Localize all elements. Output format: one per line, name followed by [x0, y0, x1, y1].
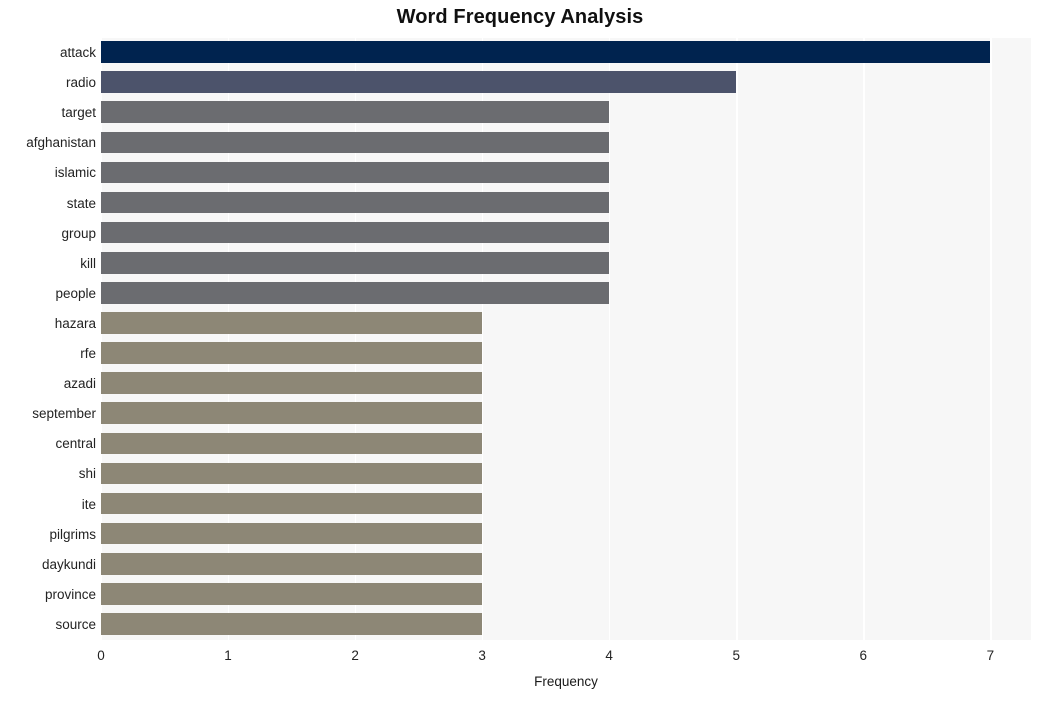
- x-axis-tick-label: 6: [859, 648, 868, 663]
- bar-row[interactable]: [101, 219, 1031, 249]
- y-axis-tick-label: september: [32, 406, 96, 422]
- bar[interactable]: [101, 191, 610, 214]
- y-axis-tick-label: shi: [78, 466, 96, 482]
- bar[interactable]: [101, 492, 483, 515]
- bar[interactable]: [101, 432, 483, 455]
- x-axis-tick-label: 3: [478, 648, 486, 663]
- bar[interactable]: [101, 342, 483, 364]
- y-axis-tick-label: province: [44, 586, 96, 602]
- bar[interactable]: [101, 583, 483, 605]
- y-axis-tick-labels: attack radio target afghanistan islamic state…: [0, 38, 96, 640]
- bar[interactable]: [101, 552, 483, 575]
- bar-row[interactable]: [101, 339, 1031, 369]
- y-axis-tick-label: ite: [81, 496, 96, 512]
- bar-row[interactable]: [101, 610, 1031, 640]
- bar-row[interactable]: [101, 68, 1031, 98]
- bar-row[interactable]: [101, 520, 1031, 550]
- chart-title: Word Frequency Analysis: [396, 6, 644, 28]
- x-axis-tick-label: 2: [351, 648, 359, 663]
- bar[interactable]: [101, 101, 610, 124]
- bar-row[interactable]: [101, 580, 1031, 610]
- bar-row[interactable]: [101, 369, 1031, 399]
- bar[interactable]: [101, 161, 610, 184]
- bar[interactable]: [101, 251, 610, 274]
- y-axis-tick-label: azadi: [63, 376, 96, 392]
- bar[interactable]: [101, 522, 483, 545]
- bar[interactable]: [101, 402, 483, 425]
- bar[interactable]: [101, 372, 483, 394]
- bar[interactable]: [101, 71, 737, 93]
- x-axis-tick-label: 1: [224, 648, 232, 663]
- x-axis-title: Frequency: [534, 674, 598, 689]
- y-axis-tick-label: state: [66, 195, 96, 211]
- bar-row[interactable]: [101, 399, 1031, 429]
- y-axis-tick-label: source: [55, 616, 96, 632]
- y-axis-tick-label: daykundi: [41, 556, 96, 572]
- bar-row[interactable]: [101, 189, 1031, 219]
- y-axis-tick-label: islamic: [54, 165, 96, 181]
- y-axis-tick-label: people: [55, 285, 96, 301]
- bar-row[interactable]: [101, 279, 1031, 309]
- y-axis-tick-label: hazara: [54, 315, 96, 331]
- y-axis-tick-label: kill: [80, 255, 96, 271]
- x-axis-tick-label: 4: [605, 648, 613, 663]
- bar[interactable]: [101, 221, 610, 244]
- bars-layer: [101, 38, 1031, 640]
- bar-row[interactable]: [101, 490, 1031, 520]
- x-axis-tick-label: 5: [732, 648, 740, 663]
- x-axis-tick-label: 0: [97, 648, 105, 663]
- bar-row[interactable]: [101, 128, 1031, 158]
- bar-row[interactable]: [101, 38, 1031, 68]
- y-axis-tick-label: rfe: [80, 346, 96, 361]
- y-axis-tick-label: central: [55, 436, 96, 452]
- bar[interactable]: [101, 312, 483, 334]
- bar-row[interactable]: [101, 429, 1031, 459]
- bar[interactable]: [101, 41, 991, 63]
- bar[interactable]: [101, 462, 483, 485]
- x-axis-tick-labels: 0 1 2 3 4 5 6 7: [0, 648, 1040, 670]
- x-axis-tick-label: 7: [986, 648, 995, 663]
- y-axis-tick-label: attack: [59, 45, 96, 60]
- word-frequency-chart: Word Frequency Analysis attack radio targe…: [0, 0, 1040, 701]
- bar-row[interactable]: [101, 309, 1031, 339]
- bar-row[interactable]: [101, 459, 1031, 489]
- bar-row[interactable]: [101, 249, 1031, 279]
- bar-row[interactable]: [101, 550, 1031, 580]
- y-axis-tick-label: pilgrims: [49, 526, 96, 542]
- y-axis-tick-label: group: [61, 225, 96, 241]
- bar[interactable]: [101, 131, 610, 154]
- plot-area: [101, 38, 1031, 640]
- bar[interactable]: [101, 282, 610, 304]
- bar[interactable]: [101, 613, 483, 635]
- y-axis-tick-label: afghanistan: [26, 135, 96, 151]
- y-axis-tick-label: target: [61, 105, 96, 121]
- y-axis-tick-label: radio: [65, 75, 96, 91]
- bar-row[interactable]: [101, 98, 1031, 128]
- bar-row[interactable]: [101, 158, 1031, 188]
